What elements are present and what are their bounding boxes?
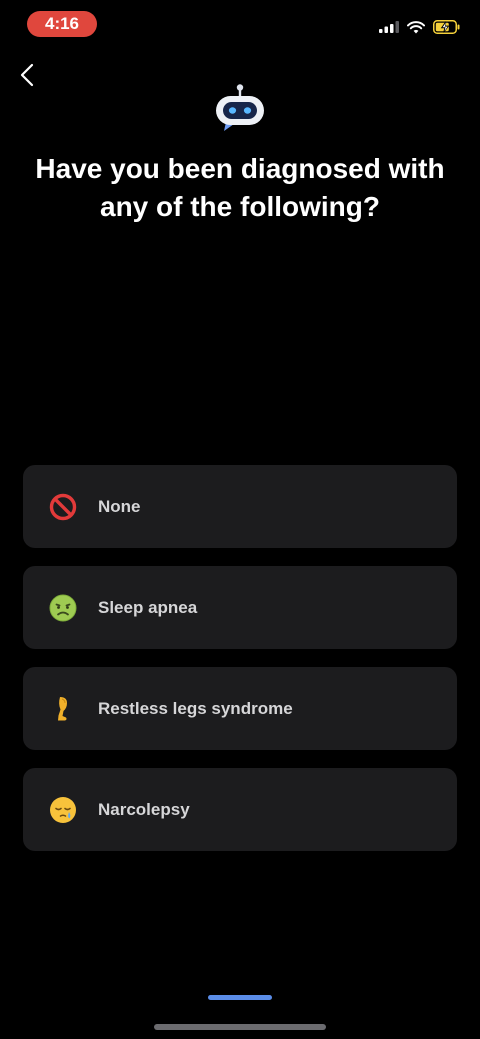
- option-none[interactable]: None: [23, 465, 457, 548]
- home-indicator[interactable]: [154, 1024, 326, 1030]
- battery-charging-icon: [433, 20, 460, 34]
- prohibited-icon: [49, 493, 77, 521]
- status-icons: [379, 19, 460, 35]
- cellular-signal-icon: [379, 21, 399, 33]
- option-label: Restless legs syndrome: [98, 698, 293, 718]
- sleepy-face-icon: [49, 796, 77, 824]
- option-restless-legs[interactable]: Restless legs syndrome: [23, 667, 457, 750]
- option-label: None: [98, 496, 141, 516]
- progress-indicator: [208, 995, 272, 1000]
- back-button[interactable]: [14, 60, 42, 90]
- option-sleep-apnea[interactable]: Sleep apnea: [23, 566, 457, 649]
- leg-icon: [49, 695, 77, 723]
- wifi-icon: [407, 20, 425, 33]
- robot-chat-icon: [213, 83, 267, 133]
- option-label: Narcolepsy: [98, 799, 190, 819]
- option-label: Sleep apnea: [98, 597, 198, 617]
- nauseated-face-icon: [49, 594, 77, 622]
- options-list: None Sleep apnea Restless legs syndrome: [23, 465, 457, 869]
- option-narcolepsy[interactable]: Narcolepsy: [23, 768, 457, 851]
- status-bar: 4:16: [0, 0, 480, 48]
- page-title: Have you been diagnosed with any of the …: [35, 153, 445, 222]
- status-time: 4:16: [27, 11, 97, 37]
- chevron-left-icon: [20, 63, 34, 87]
